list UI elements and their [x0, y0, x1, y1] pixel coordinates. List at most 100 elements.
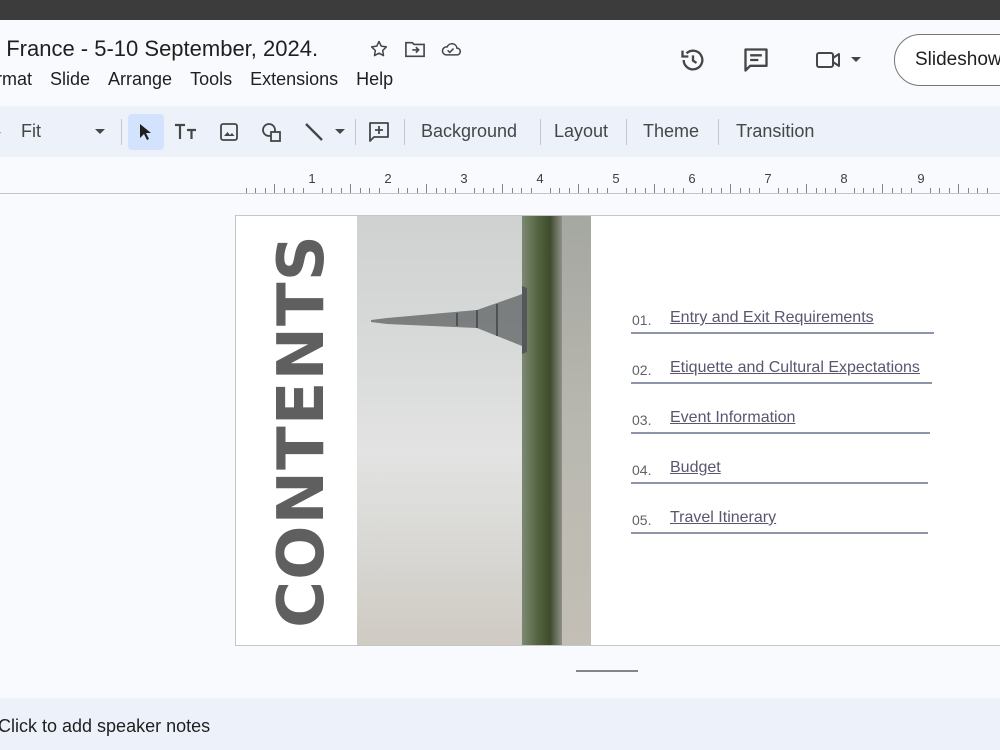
- ruler-tick: [398, 188, 399, 193]
- ruler-number: 4: [536, 171, 544, 186]
- slideshow-button[interactable]: Slideshow: [894, 34, 1000, 86]
- eiffel-tower-photo[interactable]: [357, 216, 591, 645]
- item-number: 03.: [632, 412, 652, 428]
- ruler-tick: [892, 188, 893, 193]
- ruler-tick: [664, 188, 665, 193]
- menu-extensions[interactable]: Extensions: [241, 69, 347, 90]
- ruler-number: 2: [384, 171, 392, 186]
- insert-image-button[interactable]: [211, 114, 247, 150]
- app-header: , France - 5-10 September, 2024. rmat Sl…: [0, 20, 1000, 106]
- ruler-tick: [569, 188, 570, 193]
- notes-resize-handle[interactable]: [576, 670, 638, 672]
- add-comment-icon: [369, 122, 389, 142]
- ruler-tick: [274, 184, 275, 193]
- ruler-tick: [455, 188, 456, 193]
- menu-format[interactable]: rmat: [0, 69, 41, 90]
- menu-tools[interactable]: Tools: [181, 69, 241, 90]
- ruler-tick: [873, 188, 874, 193]
- move-to-folder-icon[interactable]: [404, 38, 426, 60]
- ruler-tick: [730, 184, 731, 193]
- item-link[interactable]: Entry and Exit Requirements: [670, 309, 874, 327]
- ruler-number: 3: [460, 171, 468, 186]
- menu-arrange[interactable]: Arrange: [99, 69, 181, 90]
- ruler-tick: [417, 188, 418, 193]
- comments-button[interactable]: [738, 42, 774, 78]
- eiffel-tower-shape: [371, 286, 527, 354]
- ruler-tick: [635, 188, 636, 193]
- toolbar: Fit Background Layout Theme Transition: [0, 106, 1000, 157]
- toolbar-divider: [540, 119, 541, 145]
- list-item[interactable]: 03. Event Information: [631, 408, 936, 458]
- item-link[interactable]: Budget: [670, 459, 721, 477]
- ruler-tick: [550, 188, 551, 193]
- ruler-tick: [607, 188, 608, 193]
- menu-slide[interactable]: Slide: [41, 69, 99, 90]
- speaker-notes-placeholder[interactable]: Click to add speaker notes: [0, 716, 210, 737]
- meet-button[interactable]: [808, 42, 868, 78]
- menu-bar: rmat Slide Arrange Tools Extensions Help: [0, 69, 402, 90]
- ruler-tick: [559, 188, 560, 193]
- image-icon: [220, 123, 238, 141]
- line-button[interactable]: [296, 114, 332, 150]
- item-link[interactable]: Travel Itinerary: [670, 509, 776, 527]
- list-item[interactable]: 01. Entry and Exit Requirements: [631, 308, 936, 358]
- toolbar-divider: [626, 119, 627, 145]
- zoom-search-icon: [0, 106, 4, 157]
- item-number: 01.: [632, 312, 652, 328]
- item-underline: [631, 432, 930, 434]
- menu-help[interactable]: Help: [347, 69, 402, 90]
- text-box-icon: [175, 123, 196, 139]
- zoom-dropdown-icon[interactable]: [94, 106, 106, 157]
- ruler-tick: [825, 188, 826, 193]
- ruler-tick: [407, 188, 408, 193]
- ruler-tick: [759, 188, 760, 193]
- new-comment-button[interactable]: [361, 114, 397, 150]
- document-title[interactable]: , France - 5-10 September, 2024.: [0, 36, 318, 62]
- list-item[interactable]: 02. Etiquette and Cultural Expectations: [631, 358, 936, 408]
- theme-button[interactable]: Theme: [643, 106, 699, 157]
- ruler-tick: [740, 188, 741, 193]
- version-history-button[interactable]: [675, 42, 711, 78]
- ruler-tick: [882, 184, 883, 193]
- ruler-tick: [379, 188, 380, 193]
- ruler-tick: [835, 188, 836, 193]
- ruler-number: 5: [612, 171, 620, 186]
- ruler-tick: [673, 188, 674, 193]
- item-link[interactable]: Etiquette and Cultural Expectations: [670, 359, 920, 377]
- shape-button[interactable]: [254, 114, 290, 150]
- item-number: 05.: [632, 512, 652, 528]
- horizontal-ruler[interactable]: 1 2 3 4 5 6 7 8 9: [0, 157, 1000, 194]
- ruler-number: 1: [308, 171, 316, 186]
- ruler-tick: [654, 184, 655, 193]
- line-dropdown-icon[interactable]: [334, 106, 346, 157]
- item-underline: [631, 532, 928, 534]
- ruler-tick: [949, 188, 950, 193]
- slide-canvas[interactable]: CONTENTS 01. Entry and Exit Requirements…: [235, 215, 1000, 646]
- text-box-button[interactable]: [168, 114, 204, 150]
- zoom-select[interactable]: Fit: [21, 106, 41, 157]
- ruler-tick: [445, 188, 446, 193]
- ruler-tick: [293, 188, 294, 193]
- background-button[interactable]: Background: [421, 106, 517, 157]
- ruler-tick: [901, 188, 902, 193]
- ruler-tick: [645, 188, 646, 193]
- ruler-tick: [502, 184, 503, 193]
- cloud-saved-icon[interactable]: [440, 38, 462, 60]
- ruler-tick: [702, 188, 703, 193]
- layout-button[interactable]: Layout: [554, 106, 608, 157]
- list-item[interactable]: 04. Budget: [631, 458, 936, 508]
- title-icons: [368, 38, 462, 60]
- star-icon[interactable]: [368, 38, 390, 60]
- ruler-tick: [626, 188, 627, 193]
- transition-button[interactable]: Transition: [736, 106, 814, 157]
- item-link[interactable]: Event Information: [670, 409, 795, 427]
- ruler-tick: [284, 188, 285, 193]
- ruler-tick: [265, 188, 266, 193]
- list-item[interactable]: 05. Travel Itinerary: [631, 508, 936, 558]
- item-number: 04.: [632, 462, 652, 478]
- speaker-notes-panel[interactable]: Click to add speaker notes: [0, 698, 1000, 750]
- contents-heading[interactable]: CONTENTS: [265, 234, 339, 628]
- ruler-tick: [968, 188, 969, 193]
- select-tool-button[interactable]: [128, 114, 164, 150]
- ruler-tick: [588, 188, 589, 193]
